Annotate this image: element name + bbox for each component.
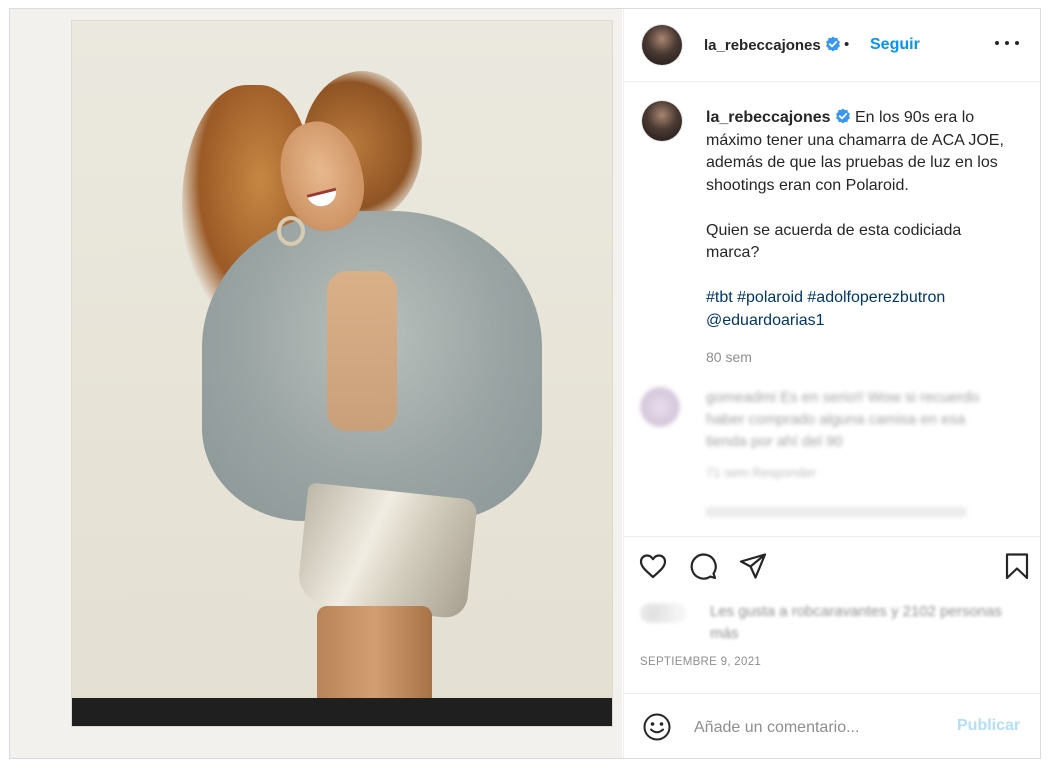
caption-line-2: Quien se acuerda de esta codiciada marca… <box>706 221 962 262</box>
avatar[interactable] <box>642 25 682 65</box>
post-photo[interactable] <box>10 9 622 758</box>
verified-badge-icon <box>825 36 840 52</box>
header-username[interactable]: la_rebeccajones <box>704 36 841 54</box>
comment-input[interactable] <box>692 714 946 742</box>
publish-button[interactable]: Publicar <box>957 717 1020 735</box>
caption-username[interactable]: la_rebeccajones <box>706 109 831 126</box>
likes-text[interactable]: Les gusta a robcaravantes y 2102 persona… <box>710 601 1010 645</box>
follow-button[interactable]: Seguir <box>870 36 920 54</box>
likes-summary: Les gusta a robcaravantes y 2102 persona… <box>640 601 1020 645</box>
bookmark-icon[interactable] <box>1002 551 1032 581</box>
header-separator: • <box>844 36 850 53</box>
heart-icon[interactable] <box>638 551 668 581</box>
more-options-icon[interactable] <box>994 33 1020 53</box>
polaroid-photo <box>72 21 612 726</box>
comment-meta: 71 sem Responder <box>706 465 816 480</box>
comment-avatar <box>640 387 680 427</box>
liker-avatars <box>640 603 686 623</box>
silver-skirt <box>296 482 478 620</box>
emoji-icon[interactable] <box>642 712 672 742</box>
comment-icon[interactable] <box>688 551 718 581</box>
blurred-comment: gomeadmi Es en serio!! Wow si recuerdo h… <box>640 387 1020 521</box>
caption-mention[interactable]: @eduardoarias1 <box>706 312 825 329</box>
action-bar <box>624 536 1040 597</box>
polaroid-strip <box>72 698 612 726</box>
post-date[interactable]: SEPTIEMBRE 9, 2021 <box>640 656 761 668</box>
instagram-post: la_rebeccajones • Seguir la_rebeccajones… <box>9 8 1041 759</box>
comment-text: gomeadmi Es en serio!! Wow si recuerdo h… <box>706 389 980 450</box>
comment-composer: Publicar <box>624 693 1040 758</box>
post-side-panel: la_rebeccajones • Seguir la_rebeccajones… <box>623 9 1040 758</box>
verified-badge-icon <box>835 108 850 124</box>
post-header: la_rebeccajones • Seguir <box>624 9 1040 82</box>
caption-hashtags[interactable]: #tbt #polaroid #adolfoperezbutron <box>706 289 945 306</box>
caption-text: la_rebeccajones En los 90s era lo máximo… <box>706 107 1006 332</box>
caption-area: la_rebeccajones En los 90s era lo máximo… <box>624 81 1040 521</box>
caption-timestamp[interactable]: 80 sem <box>706 349 752 365</box>
woman-figure <box>182 71 542 721</box>
share-icon[interactable] <box>738 551 768 581</box>
caption-avatar[interactable] <box>642 101 682 141</box>
